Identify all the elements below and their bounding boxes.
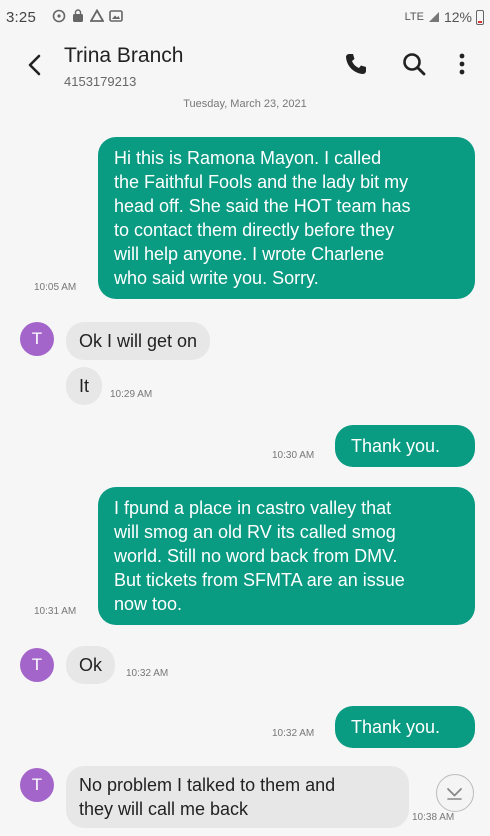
- message-line: will smog an old RV its called smog: [114, 522, 396, 542]
- back-arrow-icon[interactable]: [20, 50, 50, 80]
- chevron-down-icon: [447, 788, 462, 800]
- outgoing-message-bubble[interactable]: Hi this is Ramona Mayon. I called the Fa…: [98, 137, 475, 299]
- message-line: Hi this is Ramona Mayon. I called: [114, 148, 382, 168]
- signal-icon: [428, 12, 439, 22]
- message-line: head off. She said the HOT team has: [114, 196, 411, 216]
- contact-avatar[interactable]: T: [20, 322, 54, 356]
- message-timestamp: 10:29 AM: [110, 389, 153, 400]
- message-timestamp: 10:32 AM: [272, 728, 315, 739]
- message-line: world. Still no word back from DMV.: [114, 546, 398, 566]
- network-type: LTE: [404, 11, 424, 23]
- message-line: I fpund a place in castro valley that: [114, 498, 392, 518]
- status-time: 3:25: [6, 9, 36, 26]
- date-separator: Tuesday, March 23, 2021: [183, 98, 307, 110]
- incoming-message-bubble[interactable]: No problem I talked to them and they wil…: [66, 766, 409, 828]
- message-line: they will call me back: [79, 799, 249, 819]
- outgoing-message-bubble[interactable]: Thank you.: [335, 706, 475, 748]
- message-timestamp: 10:30 AM: [272, 450, 315, 461]
- scroll-to-bottom-button[interactable]: [436, 774, 474, 812]
- message-timestamp: 10:05 AM: [34, 282, 77, 293]
- message-line: But tickets from SFMTA are an issue: [114, 570, 405, 590]
- phone-icon[interactable]: [342, 50, 370, 78]
- battery-percent: 12%: [443, 9, 472, 25]
- status-right: LTE 12%: [405, 9, 484, 25]
- message-timestamp: 10:38 AM: [412, 812, 455, 823]
- contact-avatar[interactable]: T: [20, 648, 54, 682]
- message-line: the Faithful Fools and the lady bit my: [114, 172, 409, 192]
- battery-icon: [476, 9, 484, 25]
- drive-icon: [90, 9, 104, 22]
- conversation-header: Trina Branch 4153179213: [0, 34, 490, 100]
- search-icon[interactable]: [400, 50, 428, 78]
- contact-name[interactable]: Trina Branch: [64, 44, 183, 68]
- message-line: No problem I talked to them and: [79, 775, 336, 795]
- status-bar: 3:25 LTE 12%: [0, 0, 490, 34]
- contact-number: 4153179213: [64, 74, 137, 89]
- incoming-message-bubble[interactable]: Ok I will get on: [66, 322, 211, 360]
- bag-icon: [73, 9, 83, 22]
- contact-avatar[interactable]: T: [20, 768, 54, 802]
- message-line: will help anyone. I wrote Charlene: [114, 244, 385, 264]
- outgoing-message-bubble[interactable]: Thank you.: [335, 425, 475, 467]
- incoming-message-bubble[interactable]: Ok: [66, 646, 116, 684]
- notification-icons: [52, 9, 123, 23]
- message-line: who said write you. Sorry.: [114, 268, 319, 288]
- more-vertical-icon[interactable]: [448, 50, 476, 78]
- incoming-message-bubble[interactable]: It: [66, 367, 103, 405]
- outgoing-message-bubble[interactable]: I fpund a place in castro valley that wi…: [98, 487, 475, 625]
- message-line: now too.: [114, 594, 183, 614]
- message-line: to contact them directly before they: [114, 220, 395, 240]
- gallery-icon: [109, 10, 123, 22]
- whatsapp-icon: [52, 9, 66, 23]
- message-timestamp: 10:31 AM: [34, 606, 77, 617]
- message-timestamp: 10:32 AM: [126, 668, 169, 679]
